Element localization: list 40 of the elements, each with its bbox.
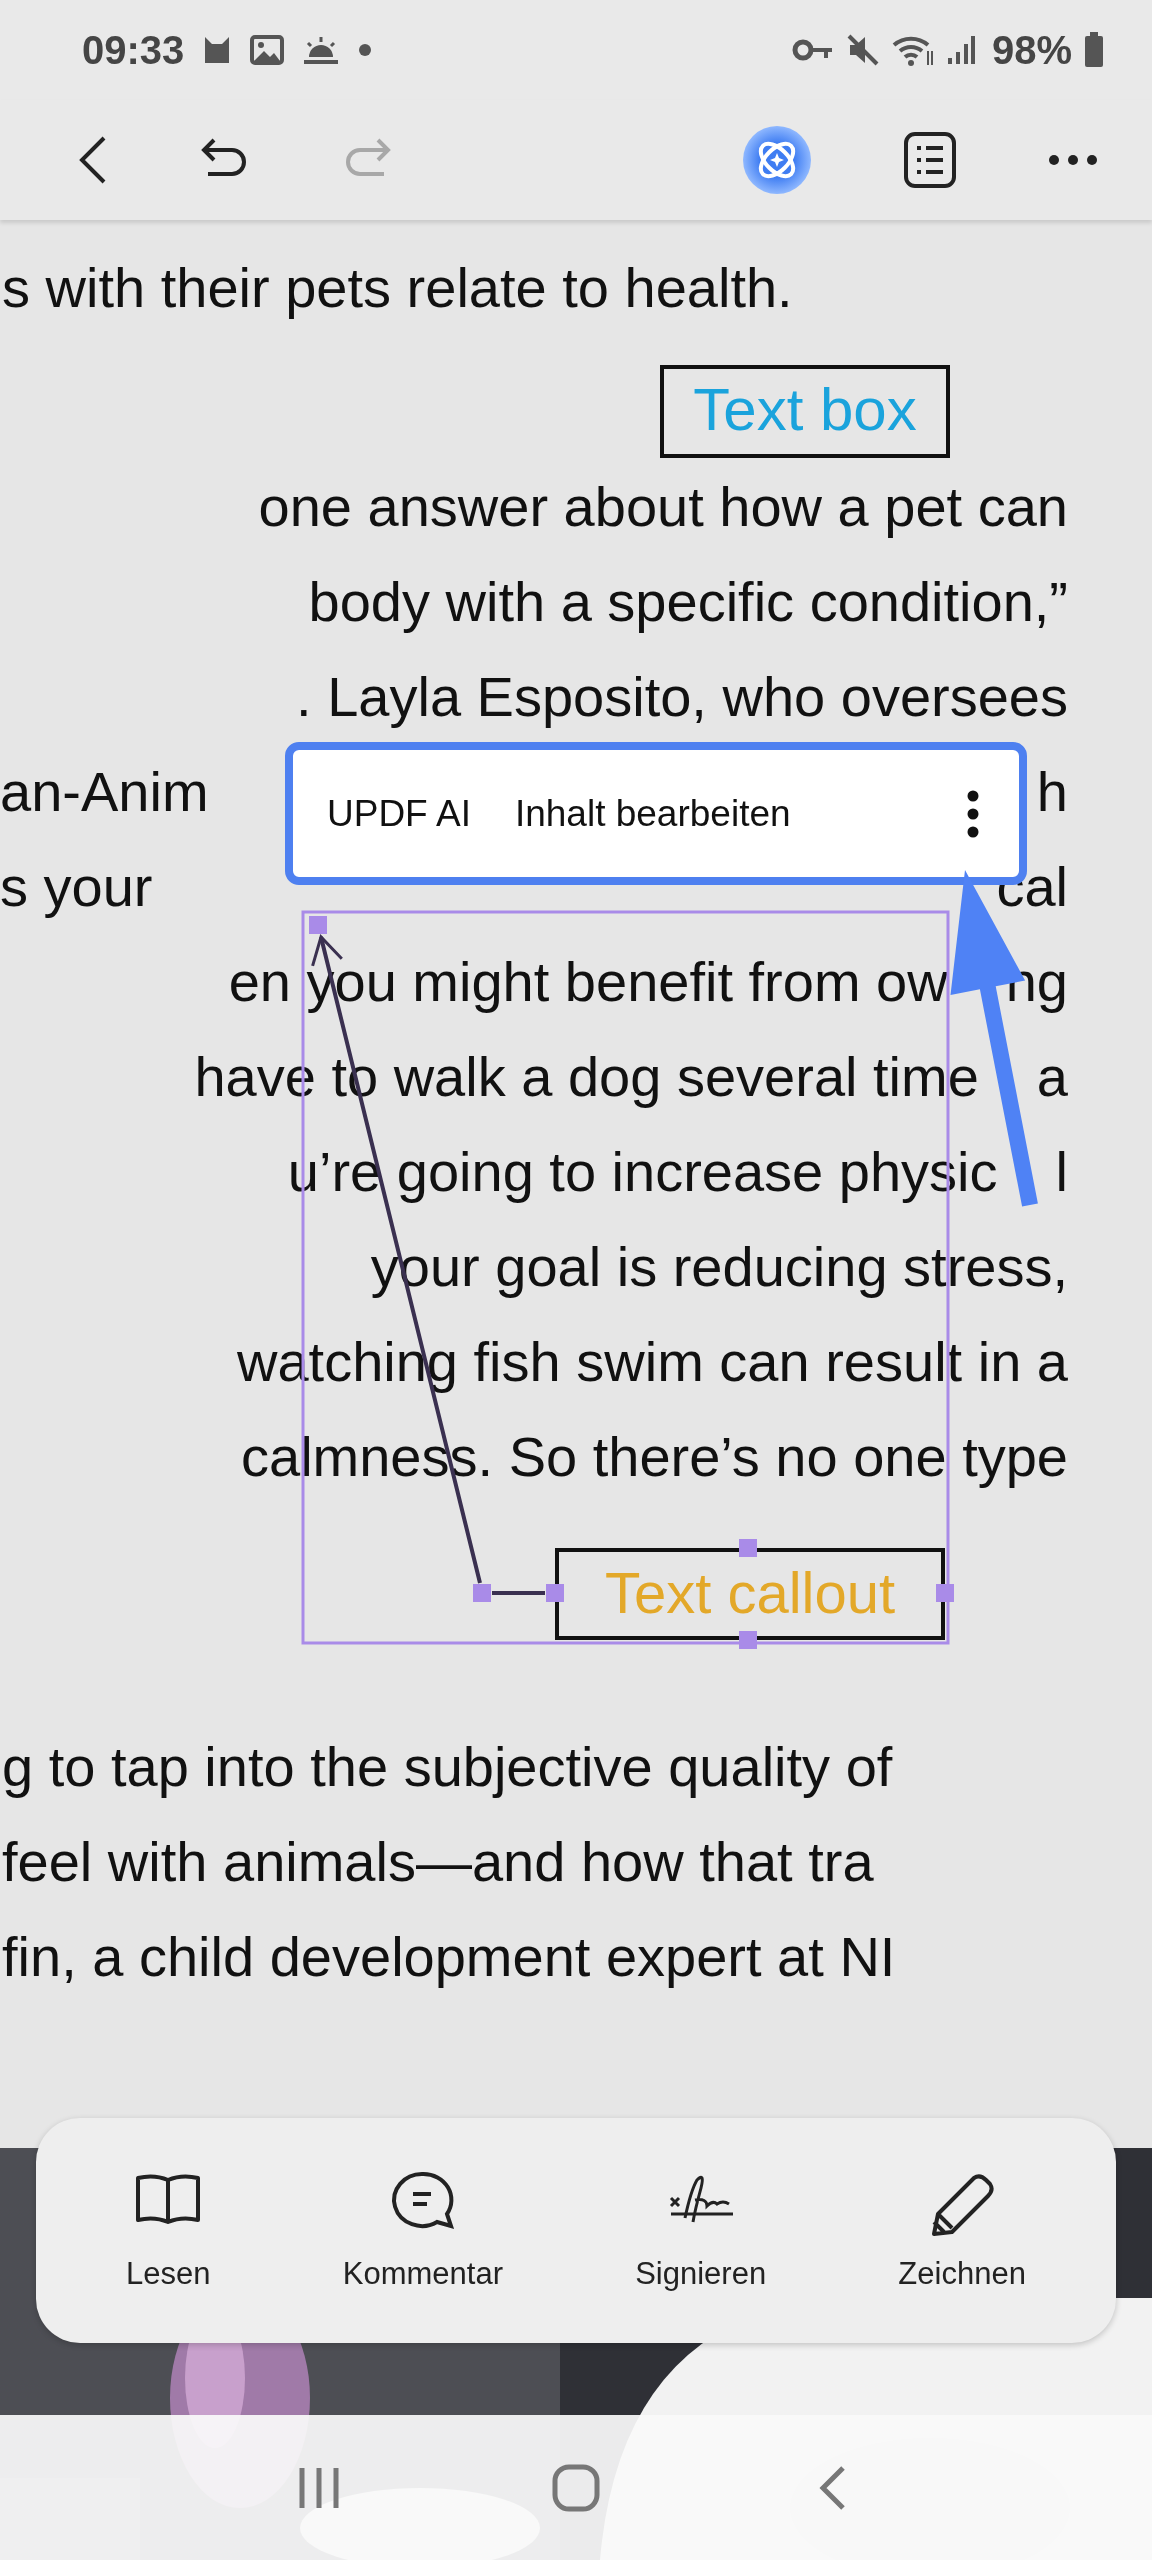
text-line: body with a specific condition,” — [308, 570, 1068, 633]
resize-handle[interactable] — [546, 1584, 564, 1602]
text-line: fin, a child development expert at NI — [2, 1925, 896, 1988]
text-line: . Layla Esposito, who oversees — [296, 665, 1068, 728]
more-icon — [1048, 154, 1098, 166]
read-button[interactable]: Lesen — [116, 2161, 221, 2300]
sunrise-icon — [302, 35, 341, 65]
mute-icon — [845, 33, 880, 67]
resize-handle[interactable] — [739, 1631, 757, 1649]
text-line: l — [1055, 1140, 1068, 1203]
text-line: a — [1036, 1045, 1068, 1108]
signal-icon — [945, 34, 976, 66]
text-line: s your — [0, 854, 153, 920]
resize-handle[interactable] — [739, 1539, 757, 1557]
list-icon — [904, 132, 956, 188]
resize-handle[interactable] — [936, 1584, 954, 1602]
rounded-square-icon — [551, 2462, 601, 2513]
comment-button[interactable]: Kommentar — [332, 2161, 513, 2300]
sign-button[interactable]: Signieren — [625, 2161, 777, 2300]
text-line: one answer about how a pet can — [258, 475, 1068, 538]
ai-logo-icon — [742, 125, 812, 195]
status-time: 09:33 — [82, 27, 185, 73]
resize-handle[interactable] — [309, 916, 327, 934]
draw-button[interactable]: Zeichnen — [888, 2161, 1036, 2300]
resize-handle[interactable] — [473, 1584, 491, 1602]
text-line: u’re going to increase physic — [287, 1140, 998, 1203]
vertical-dots-icon — [967, 789, 979, 838]
text-line: feel with animals—and how that tra — [2, 1830, 874, 1893]
image-icon — [250, 35, 285, 65]
text-line: s with their pets relate to health. — [2, 256, 793, 319]
text-line: an-Anim — [0, 759, 209, 825]
dot-icon — [358, 43, 373, 57]
battery-level: 98% — [991, 27, 1072, 73]
chevron-left-icon — [78, 135, 108, 185]
text-line: h — [1036, 759, 1068, 825]
key-icon — [791, 38, 834, 62]
battery-icon — [1084, 32, 1104, 68]
menu-item[interactable]: Inhalt bearbeiten — [502, 782, 803, 845]
menu-item[interactable]: UPDF AI — [315, 782, 483, 845]
text-line: g to tap into the subjective quality of — [2, 1735, 893, 1798]
